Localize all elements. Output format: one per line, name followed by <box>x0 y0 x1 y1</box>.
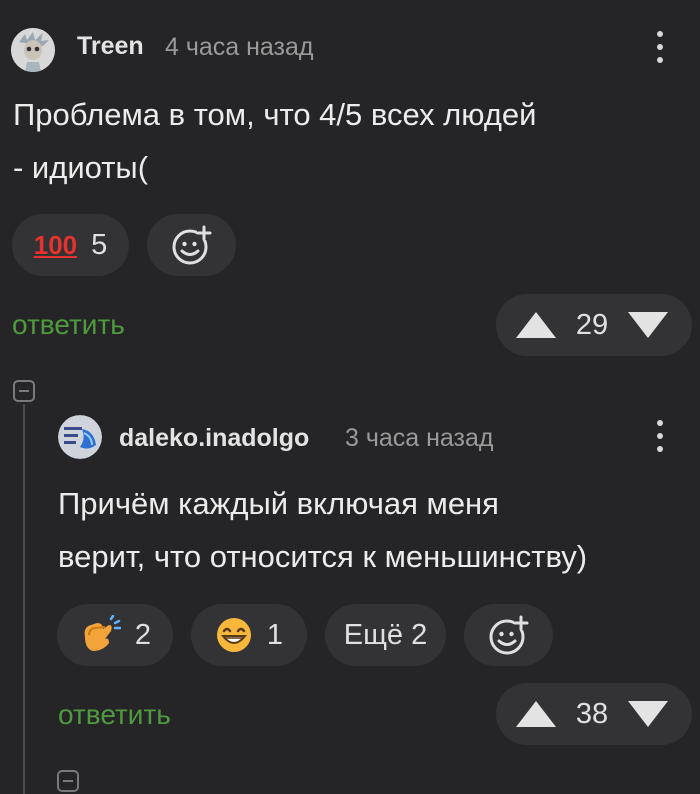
hundred-points-icon: 100 <box>33 230 78 260</box>
reaction-hundred[interactable]: 100 5 <box>12 214 129 276</box>
collapse-thread-icon[interactable] <box>57 770 79 792</box>
more-options-icon[interactable] <box>657 420 663 452</box>
add-reaction-button[interactable] <box>464 604 553 666</box>
comment-author[interactable]: Treen <box>77 32 144 61</box>
add-reaction-icon <box>172 225 211 265</box>
smiling-face-icon <box>216 618 251 652</box>
comment-text: Причём каждый включая меня верит, что от… <box>58 477 587 583</box>
downvote-icon[interactable] <box>627 701 668 727</box>
reaction-count: 2 <box>134 618 152 651</box>
reply-link[interactable]: ответить <box>12 309 125 341</box>
comment-text-line: Причём каждый включая меня <box>58 486 499 521</box>
comment-author[interactable]: daleko.inadolgo <box>119 424 309 453</box>
vote-widget: 38 <box>496 683 692 745</box>
more-options-icon[interactable] <box>657 31 663 63</box>
collapse-thread-icon[interactable] <box>13 380 35 402</box>
comment-text-line: Проблема в том, что 4/5 всех людей <box>13 97 537 132</box>
score: 29 <box>575 308 609 341</box>
avatar[interactable] <box>58 415 102 459</box>
reaction-count: 1 <box>266 618 284 651</box>
thread-line[interactable] <box>23 404 25 794</box>
reaction-clap[interactable]: 2 <box>57 604 173 666</box>
comment-time: 4 часа назад <box>165 33 314 61</box>
comment-text-line: верит, что относится к меньшинству) <box>58 539 588 574</box>
more-reactions-label: Ещё 2 <box>343 618 428 651</box>
reply-link[interactable]: ответить <box>58 699 171 731</box>
downvote-icon[interactable] <box>627 312 668 338</box>
comment-text-line: - идиоты( <box>13 150 149 185</box>
vote-widget: 29 <box>496 294 692 356</box>
upvote-icon[interactable] <box>516 701 556 727</box>
comment-time: 3 часа назад <box>345 424 494 452</box>
reaction-count: 5 <box>91 228 108 261</box>
add-reaction-icon <box>489 615 528 655</box>
add-reaction-button[interactable] <box>147 214 236 276</box>
comment-text: Проблема в том, что 4/5 всех людей - иди… <box>13 88 537 194</box>
reaction-laugh[interactable]: 1 <box>191 604 307 666</box>
upvote-icon[interactable] <box>516 312 556 338</box>
clapping-hands-icon <box>84 615 121 651</box>
score: 38 <box>575 697 609 730</box>
avatar[interactable] <box>11 28 55 72</box>
more-reactions-button[interactable]: Ещё 2 <box>325 604 446 666</box>
